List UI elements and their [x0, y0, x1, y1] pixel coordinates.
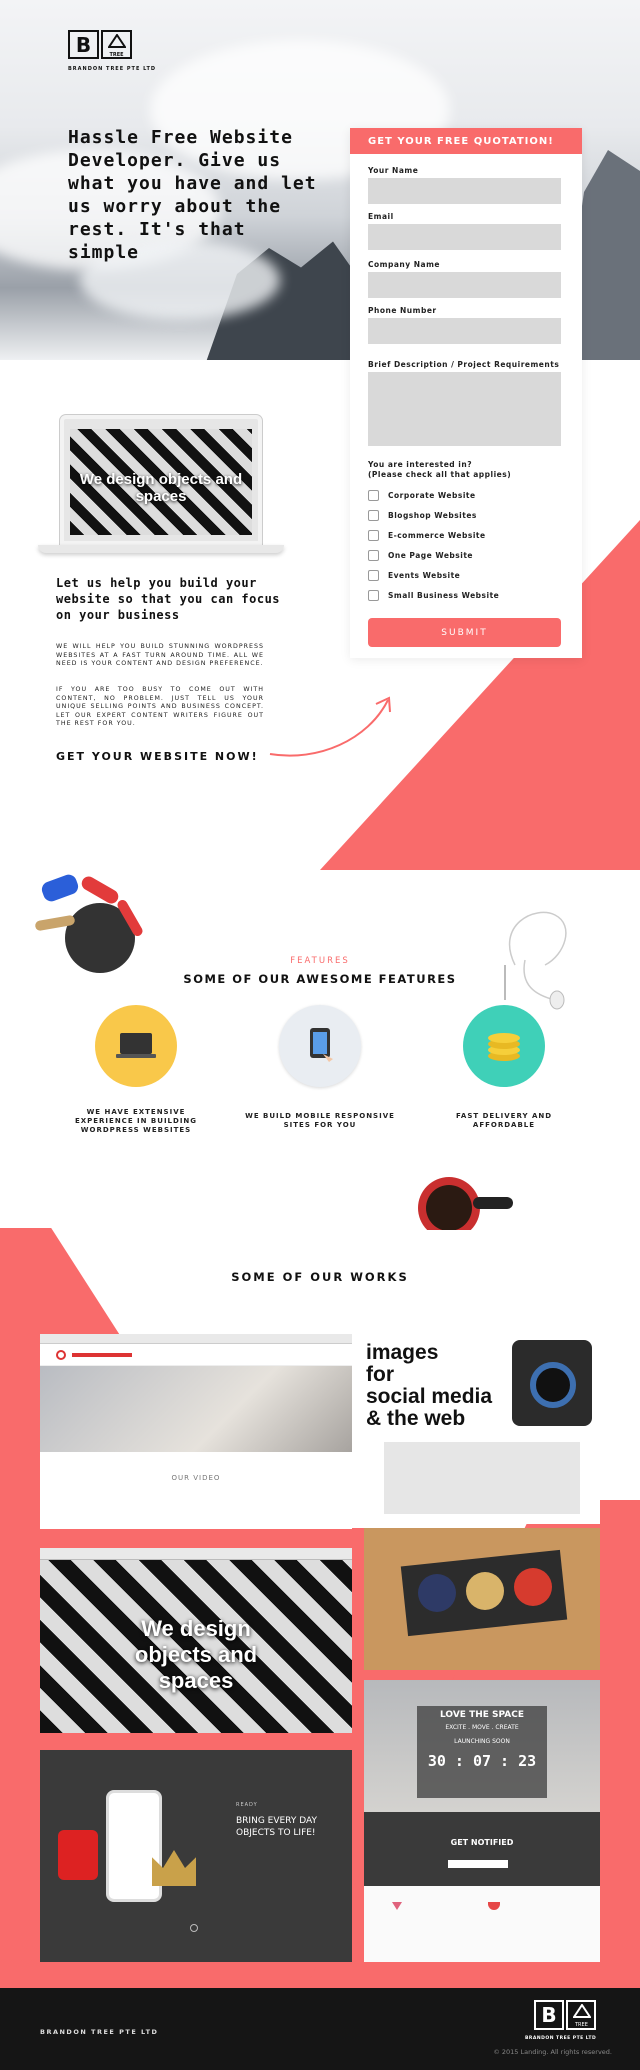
label-brief: Brief Description / Project Requirements	[368, 360, 560, 369]
footer-logo-tree: TREE	[575, 2022, 588, 2028]
laptop-mockup: We design objects and spaces	[60, 415, 262, 545]
laptop-screen-image: We design objects and spaces	[70, 429, 252, 535]
option-blogshop[interactable]: Blogshop Websites	[368, 510, 477, 521]
shot4-line3: social media	[366, 1385, 493, 1408]
features-title: SOME OF OUR AWESOME FEATURES	[183, 972, 457, 986]
option-label: One Page Website	[388, 551, 474, 560]
hero-headline: Hassle Free Website Developer. Give us w…	[68, 127, 317, 263]
label-phone: Phone Number	[368, 306, 437, 315]
feature-circle-3	[463, 1005, 545, 1087]
landing-page: B TREE BRANDON TREE PTE LTD Hassle Free …	[0, 0, 640, 2070]
arrow-icon	[269, 696, 391, 757]
label-email: Email	[368, 212, 394, 221]
shot6-title: LOVE THE SPACE	[440, 1710, 524, 1720]
checkbox[interactable]	[368, 550, 379, 561]
work-shot-2[interactable]: We design objects and spaces	[40, 1548, 352, 1733]
footer-copyright: © 2015 Landing. All rights reserved.	[493, 2048, 612, 2056]
option-ecommerce[interactable]: E-commerce Website	[368, 530, 486, 541]
brief-textarea[interactable]	[368, 372, 561, 446]
checkbox[interactable]	[368, 530, 379, 541]
feature-caption-2: WE BUILD MOBILE RESPONSIVE SITES FOR YOU	[245, 1112, 395, 1129]
intro-heading: Let us help you build your website so th…	[56, 576, 281, 622]
coins-icon	[488, 1033, 520, 1061]
feature-caption-1: WE HAVE EXTENSIVE EXPERIENCE IN BUILDING…	[74, 1108, 198, 1134]
shot3-line1: BRING EVERY DAY	[236, 1816, 317, 1826]
quotation-form: GET YOUR FREE QUOTATION! Your Name Email…	[350, 128, 582, 658]
laptop-icon	[116, 1033, 156, 1058]
tablet-icon	[310, 1028, 333, 1062]
shot3-line2: OBJECTS TO LIFE!	[236, 1828, 316, 1838]
shot6-sub: EXCITE . MOVE . CREATE	[445, 1724, 519, 1731]
shot4-line2: for	[366, 1363, 394, 1386]
shot2-text: We design objects and spaces	[134, 1616, 258, 1693]
work-shot-1[interactable]: OUR VIDEO	[40, 1334, 352, 1529]
intro-paragraph-1: WE WILL HELP YOU BUILD STUNNING WORDPRES…	[56, 643, 264, 667]
video-label: OUR VIDEO	[171, 1474, 221, 1482]
option-label: Small Business Website	[388, 591, 500, 600]
option-onepage[interactable]: One Page Website	[368, 550, 473, 561]
footer: BRANDON TREE PTE LTD B TREE BRANDON TREE…	[0, 1988, 640, 2070]
shot4-line4: & the web	[366, 1407, 466, 1430]
laptop-base	[38, 545, 284, 553]
shot3-kicker: READY	[236, 1802, 258, 1808]
intro-paragraph-2: IF YOU ARE TOO BUSY TO COME OUT WITH CON…	[56, 686, 264, 727]
coffee-cup-image	[418, 1175, 530, 1230]
logo-tree-text: TREE	[109, 52, 124, 58]
name-field[interactable]	[368, 178, 561, 204]
feature-circle-1	[95, 1005, 177, 1087]
shot4-line1: images	[366, 1341, 439, 1364]
form-title: GET YOUR FREE QUOTATION!	[350, 128, 582, 154]
footer-company: BRANDON TREE PTE LTD	[40, 2028, 159, 2036]
option-label: Corporate Website	[388, 491, 476, 500]
option-label: Blogshop Websites	[388, 511, 477, 520]
footer-logo[interactable]: B TREE	[534, 2000, 598, 2034]
work-shot-3[interactable]: READY BRING EVERY DAY OBJECTS TO LIFE!	[40, 1750, 352, 1962]
company-field[interactable]	[368, 272, 561, 298]
interest-label: You are interested in?	[368, 460, 473, 469]
scroll-down-icon	[190, 1924, 198, 1932]
work-shot-4[interactable]: images for social media & the web	[364, 1334, 600, 1524]
label-company: Company Name	[368, 260, 440, 269]
option-label: E-commerce Website	[388, 531, 486, 540]
brand-logo[interactable]: B TREE	[68, 30, 132, 62]
footer-logo-company: BRANDON TREE PTE LTD	[525, 2036, 597, 2041]
laptop-screen-text: We design objects and spaces	[79, 471, 243, 505]
work-shot-5[interactable]	[364, 1528, 600, 1670]
work-shot-6[interactable]: LOVE THE SPACE EXCITE . MOVE . CREATE LA…	[364, 1680, 600, 1832]
interest-hint: (Please check all that applies)	[368, 470, 512, 479]
work-shot-7[interactable]: GET NOTIFIED	[364, 1832, 600, 1962]
notify-title: GET NOTIFIED	[450, 1838, 514, 1847]
checkbox[interactable]	[368, 570, 379, 581]
option-events[interactable]: Events Website	[368, 570, 460, 581]
logo-letter-b: B	[68, 30, 99, 59]
logo-letter-a: TREE	[101, 30, 132, 59]
shot6-soon: LAUNCHING SOON	[454, 1738, 510, 1745]
feature-caption-3: FAST DELIVERY AND AFFORDABLE	[455, 1112, 553, 1129]
option-corporate[interactable]: Corporate Website	[368, 490, 476, 501]
features-kicker: FEATURES	[290, 956, 350, 966]
cta-link[interactable]: GET YOUR WEBSITE NOW!	[56, 750, 259, 763]
checkbox[interactable]	[368, 590, 379, 601]
option-smallbusiness[interactable]: Small Business Website	[368, 590, 499, 601]
footer-logo-b: B	[534, 2000, 564, 2030]
email-field[interactable]	[368, 224, 561, 250]
checkbox[interactable]	[368, 510, 379, 521]
countdown-timer: 30 : 07 : 23	[427, 1752, 537, 1770]
submit-button[interactable]: SUBMIT	[368, 618, 561, 647]
phone-field[interactable]	[368, 318, 561, 344]
option-label: Events Website	[388, 571, 461, 580]
feature-circle-2	[279, 1005, 361, 1087]
checkbox[interactable]	[368, 490, 379, 501]
works-title: SOME OF OUR WORKS	[231, 1270, 409, 1284]
logo-company-name: BRANDON TREE PTE LTD	[68, 66, 157, 72]
label-name: Your Name	[368, 166, 419, 175]
footer-logo-a: TREE	[566, 2000, 596, 2030]
